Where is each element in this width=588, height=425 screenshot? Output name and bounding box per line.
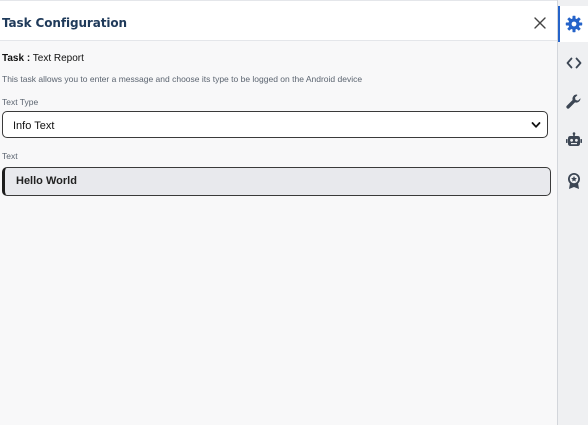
text-label: Text [2, 151, 18, 161]
sidebar-active-indicator [558, 6, 560, 42]
wrench-icon [566, 94, 581, 109]
sidebar-item-settings[interactable] [565, 15, 583, 33]
panel-header: Task Configuration [0, 1, 557, 41]
right-sidebar [558, 0, 588, 425]
task-label: Task : [2, 53, 31, 64]
gear-icon [565, 15, 583, 33]
sidebar-item-bot[interactable] [565, 132, 583, 150]
chevron-down-icon [531, 122, 541, 128]
sidebar-item-tools[interactable] [565, 93, 583, 111]
task-name: Text Report [32, 53, 84, 64]
panel-title: Task Configuration [2, 16, 127, 30]
sidebar-item-achievements[interactable] [565, 172, 583, 190]
task-description: This task allows you to enter a message … [2, 74, 363, 84]
text-type-select[interactable]: Info Text [2, 111, 548, 138]
text-type-label: Text Type [2, 97, 39, 107]
text-type-value: Info Text [13, 120, 55, 132]
robot-icon [566, 132, 582, 146]
code-icon [566, 57, 582, 69]
task-name-line: Task : Text Report [2, 53, 84, 64]
text-input[interactable]: Hello World [2, 167, 551, 196]
close-button[interactable] [533, 16, 547, 30]
task-configuration-panel: Task Configuration Task : Text Report Th… [0, 1, 557, 425]
text-input-value: Hello World [16, 175, 77, 187]
close-icon [534, 17, 546, 29]
sidebar-item-code[interactable] [565, 54, 583, 72]
award-icon [568, 173, 580, 189]
